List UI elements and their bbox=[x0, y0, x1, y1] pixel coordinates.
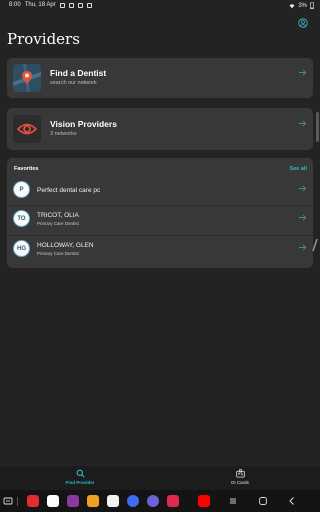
arrow-right-icon bbox=[298, 185, 307, 192]
youtube-app-icon[interactable] bbox=[198, 495, 210, 507]
search-icon bbox=[76, 469, 85, 478]
notification-icon bbox=[77, 2, 83, 8]
arrow-right-icon bbox=[298, 120, 307, 127]
status-bar: 8:00 Thu, 18 Apr 3% bbox=[0, 0, 320, 12]
flipboard-app-icon[interactable] bbox=[27, 495, 39, 507]
back-icon[interactable] bbox=[287, 496, 297, 506]
edge-panel-handle[interactable] bbox=[311, 238, 319, 252]
status-date: Thu, 18 Apr bbox=[24, 2, 56, 8]
battery-level: 3% bbox=[298, 2, 307, 9]
divider bbox=[7, 235, 313, 236]
see-all-link[interactable]: See all bbox=[290, 166, 307, 172]
notification-icon bbox=[86, 2, 92, 8]
card-title: Find a Dentist bbox=[50, 68, 107, 78]
recents-icon[interactable] bbox=[228, 496, 238, 506]
calendar-app-icon[interactable] bbox=[107, 495, 119, 507]
vision-providers-card[interactable]: Vision Providers 3 networks bbox=[7, 108, 313, 150]
notification-icon bbox=[59, 2, 65, 8]
screen-recorder-app-icon[interactable] bbox=[167, 495, 179, 507]
find-dentist-card[interactable]: Find a Dentist search our network bbox=[7, 58, 313, 98]
files-app-icon[interactable] bbox=[87, 495, 99, 507]
nav-id-cards[interactable]: ID Cards bbox=[210, 469, 270, 485]
arrow-right-icon bbox=[298, 214, 307, 221]
messages-app-icon[interactable] bbox=[127, 495, 139, 507]
gallery-app-icon[interactable] bbox=[67, 495, 79, 507]
nav-find-provider[interactable]: Find Provider bbox=[50, 469, 110, 485]
avatar: HG bbox=[13, 240, 30, 257]
favorite-name: TRICOT, OLIA bbox=[37, 212, 79, 219]
card-subtitle: 3 networks bbox=[50, 131, 77, 137]
eye-icon bbox=[13, 115, 41, 143]
favorites-card: Favorites See all P Perfect dental care … bbox=[7, 158, 313, 268]
divider bbox=[7, 205, 313, 206]
system-navigation-bar bbox=[0, 490, 320, 512]
nav-label: Find Provider bbox=[65, 480, 95, 485]
chat-app-icon[interactable] bbox=[147, 495, 159, 507]
scrollbar[interactable] bbox=[316, 112, 319, 142]
favorite-row[interactable]: P Perfect dental care pc bbox=[7, 178, 313, 202]
page-title: Providers bbox=[7, 30, 80, 48]
status-time: 8:00 bbox=[9, 2, 21, 8]
card-subtitle: search our network bbox=[50, 80, 97, 86]
favorite-role: Primary Care Dentist bbox=[37, 251, 79, 256]
app-drawer-icon[interactable] bbox=[3, 496, 13, 506]
arrow-right-icon bbox=[298, 244, 307, 251]
avatar: P bbox=[13, 181, 30, 198]
arrow-right-icon bbox=[298, 69, 307, 76]
notification-icon bbox=[68, 2, 74, 8]
favorite-row[interactable]: HG HOLLOWAY, GLEN Primary Care Dentist bbox=[7, 237, 313, 261]
avatar: TO bbox=[13, 210, 30, 227]
bottom-navigation: Find Provider ID Cards bbox=[0, 466, 320, 490]
favorites-header: Favorites bbox=[14, 166, 39, 172]
card-title: Vision Providers bbox=[50, 119, 117, 129]
wifi-icon bbox=[289, 3, 295, 8]
favorite-name: Perfect dental care pc bbox=[37, 187, 101, 194]
map-pin-icon bbox=[13, 64, 41, 92]
battery-icon bbox=[310, 2, 314, 9]
favorite-role: Primary Care Dentist bbox=[37, 221, 79, 226]
favorite-name: HOLLOWAY, GLEN bbox=[37, 242, 94, 249]
nav-label: ID Cards bbox=[231, 480, 249, 485]
account-circle-icon[interactable] bbox=[298, 18, 308, 28]
home-icon[interactable] bbox=[258, 496, 268, 506]
favorite-row[interactable]: TO TRICOT, OLIA Primary Care Dentist bbox=[7, 207, 313, 231]
id-card-icon bbox=[235, 469, 245, 478]
photos-app-icon[interactable] bbox=[47, 495, 59, 507]
